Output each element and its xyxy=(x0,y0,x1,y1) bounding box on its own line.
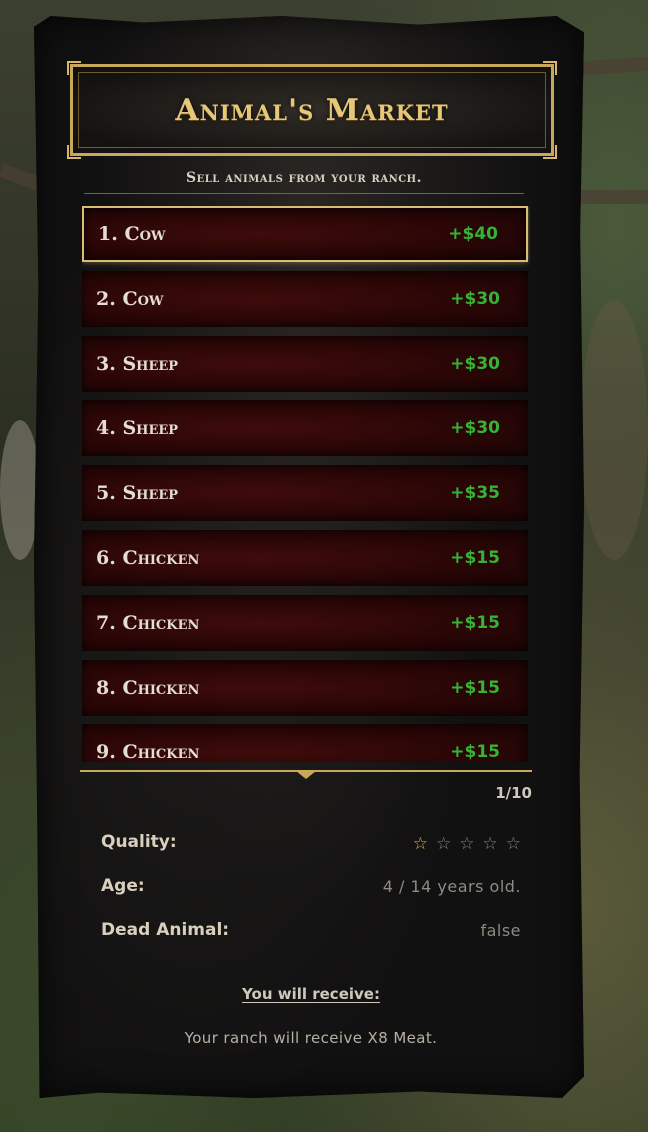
animal-row[interactable]: 5. Sheep +$35 xyxy=(82,465,528,522)
animal-row-price: +$15 xyxy=(450,742,500,762)
animal-row-price: +$40 xyxy=(448,224,498,244)
animal-row-label: 3. Sheep xyxy=(96,352,179,375)
animal-row-label: 4. Sheep xyxy=(96,417,179,440)
page-counter: 1/10 xyxy=(495,784,532,802)
animal-row-label: 6. Chicken xyxy=(96,547,200,569)
menu-subtitle: Sell animals from your ranch. xyxy=(185,170,422,186)
title-frame: Animal's Market xyxy=(67,61,557,159)
dead-animal-label: Dead Animal: xyxy=(101,920,230,940)
animal-row[interactable]: 9. Chicken +$15 xyxy=(82,724,528,762)
animal-row-label: 7. Chicken xyxy=(96,611,200,634)
animal-row[interactable]: 7. Chicken +$15 xyxy=(82,594,528,651)
menu-title: Animal's Market xyxy=(175,92,449,128)
animal-row[interactable]: 8. Chicken +$15 xyxy=(82,659,528,716)
fence-rail xyxy=(580,190,648,204)
animal-row[interactable]: 4. Sheep +$30 xyxy=(82,400,528,457)
receive-title: You will receive: xyxy=(242,985,380,1003)
age-value: 4 / 14 years old. xyxy=(382,877,521,896)
star-icon: ☆ xyxy=(459,834,475,854)
animal-row-price: +$30 xyxy=(450,353,500,374)
animal-row-price: +$15 xyxy=(450,677,500,698)
age-label: Age: xyxy=(101,876,145,896)
quality-stars: ☆ ☆ ☆ ☆ ☆ xyxy=(413,834,521,854)
animal-row-price: +$15 xyxy=(450,548,500,568)
animal-row-price: +$30 xyxy=(450,418,500,439)
animal-row-label: 1. Cow xyxy=(98,223,166,245)
animal-row-label: 2. Cow xyxy=(96,287,164,310)
animal-row-price: +$15 xyxy=(450,612,500,633)
ground-dirt xyxy=(580,300,648,560)
animal-row-price: +$35 xyxy=(450,483,500,504)
ground-animal-edge xyxy=(0,420,40,560)
dead-animal-value: false xyxy=(480,921,521,940)
animal-list[interactable]: 1. Cow +$40 2. Cow +$30 3. Sheep +$30 4. Sheep… xyxy=(82,206,530,762)
animal-row-price: +$30 xyxy=(450,288,500,309)
quality-label: Quality: xyxy=(101,832,177,852)
star-icon: ☆ xyxy=(505,834,521,854)
scroll-down-indicator-icon xyxy=(296,771,316,779)
animal-row-label: 9. Chicken xyxy=(96,741,200,762)
star-icon: ☆ xyxy=(482,834,498,854)
star-icon: ☆ xyxy=(412,834,428,854)
animal-row[interactable]: 3. Sheep +$30 xyxy=(82,335,528,392)
subtitle-divider xyxy=(84,193,524,194)
animal-row[interactable]: 2. Cow +$30 xyxy=(82,270,528,327)
fence-rail xyxy=(0,163,42,191)
animal-row[interactable]: 6. Chicken +$15 xyxy=(82,530,528,586)
animal-row-label: 5. Sheep xyxy=(96,482,179,505)
star-icon: ☆ xyxy=(436,834,452,854)
animal-row-label: 8. Chicken xyxy=(96,676,200,699)
animal-row[interactable]: 1. Cow +$40 xyxy=(82,206,528,262)
receive-text: Your ranch will receive X8 Meat. xyxy=(184,1029,438,1047)
